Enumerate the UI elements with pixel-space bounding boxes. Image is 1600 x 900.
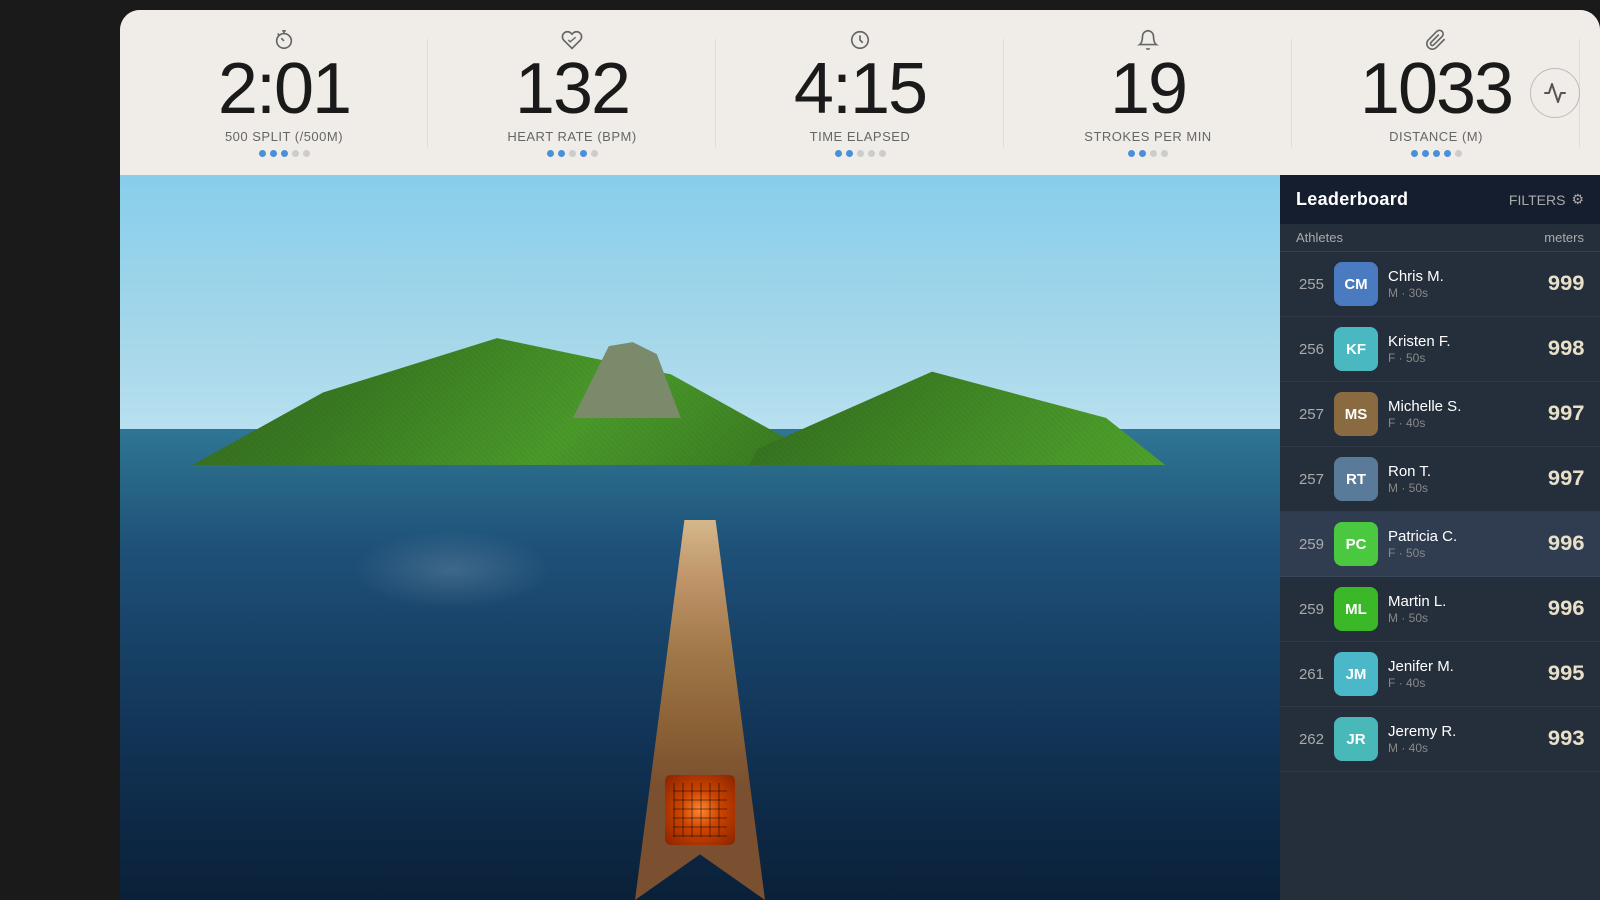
- rank-number: 259: [1296, 536, 1324, 553]
- clock-icon: [849, 29, 871, 51]
- rank-number: 255: [1296, 276, 1324, 293]
- athlete-meta: F · 50s: [1388, 546, 1537, 560]
- leaderboard-row[interactable]: 262 JR Jeremy R. M · 40s 993: [1280, 707, 1600, 772]
- heartrate-label: HEART RATE (BPM): [507, 129, 636, 144]
- leaderboard-row[interactable]: 259 ML Martin L. M · 50s 996: [1280, 577, 1600, 642]
- athlete-info: Jenifer M. F · 40s: [1388, 658, 1537, 690]
- bell-icon: [1137, 29, 1159, 51]
- athlete-meters: 995: [1547, 662, 1584, 687]
- leaderboard-row[interactable]: 256 KF Kristen F. F · 50s 998: [1280, 317, 1600, 382]
- athlete-meters: 997: [1547, 402, 1584, 427]
- leaderboard-row[interactable]: 257 RT Ron T. M · 50s 997: [1280, 447, 1600, 512]
- time-value: 4:15: [794, 53, 926, 125]
- stat-heartrate[interactable]: 132 HEART RATE (BPM): [428, 29, 716, 157]
- athlete-meters: 997: [1547, 467, 1584, 492]
- athlete-info: Michelle S. F · 40s: [1388, 398, 1537, 430]
- rank-number: 257: [1296, 406, 1324, 423]
- col-meters-label: meters: [1544, 230, 1584, 245]
- heart-icon: [561, 29, 583, 51]
- athlete-meta: F · 50s: [1388, 351, 1537, 365]
- rank-number: 259: [1296, 601, 1324, 618]
- leaderboard-title: Leaderboard: [1296, 189, 1408, 210]
- athlete-info: Chris M. M · 30s: [1388, 268, 1537, 300]
- athlete-meta: F · 40s: [1388, 416, 1537, 430]
- athlete-avatar: KF: [1334, 327, 1378, 371]
- time-label: TIME ELAPSED: [810, 129, 911, 144]
- distance-label: DISTANCE (M): [1389, 129, 1483, 144]
- leaderboard-row[interactable]: 255 CM Chris M. M · 30s 999: [1280, 252, 1600, 317]
- boat-detail: [665, 775, 735, 845]
- athlete-info: Kristen F. F · 50s: [1388, 333, 1537, 365]
- distance-value: 1033: [1360, 53, 1512, 125]
- leaderboard-row[interactable]: 259 PC Patricia C. F · 50s 996: [1280, 512, 1600, 577]
- graph-button[interactable]: [1530, 68, 1580, 118]
- athlete-meta: M · 50s: [1388, 611, 1537, 625]
- leaderboard-row[interactable]: 261 JM Jenifer M. F · 40s 995: [1280, 642, 1600, 707]
- filters-icon: ⚙: [1571, 191, 1584, 208]
- leaderboard-col-headers: Athletes meters: [1280, 224, 1600, 252]
- athlete-name: Michelle S.: [1388, 398, 1537, 415]
- athlete-name: Ron T.: [1388, 463, 1537, 480]
- athlete-avatar: PC: [1334, 522, 1378, 566]
- split-dots: [259, 150, 310, 157]
- filters-button[interactable]: FILTERS ⚙: [1509, 191, 1584, 208]
- athlete-avatar: MS: [1334, 392, 1378, 436]
- main-area: Leaderboard FILTERS ⚙ Athletes meters 25…: [120, 175, 1600, 900]
- split-value: 2:01: [218, 53, 350, 125]
- stat-split[interactable]: 2:01 500 SPLIT (/500M): [140, 29, 428, 157]
- heartrate-value: 132: [515, 53, 629, 125]
- device-frame: 2:01 500 SPLIT (/500M) 132 HEART RATE (B…: [120, 10, 1600, 900]
- leaderboard: Leaderboard FILTERS ⚙ Athletes meters 25…: [1280, 175, 1600, 900]
- athlete-name: Chris M.: [1388, 268, 1537, 285]
- rowing-scene: [120, 175, 1280, 900]
- rank-number: 256: [1296, 341, 1324, 358]
- athlete-name: Martin L.: [1388, 593, 1537, 610]
- athlete-meters: 998: [1547, 337, 1584, 362]
- athlete-info: Martin L. M · 50s: [1388, 593, 1537, 625]
- distance-dots: [1411, 150, 1462, 157]
- rank-number: 257: [1296, 471, 1324, 488]
- athlete-meters: 999: [1547, 272, 1584, 297]
- leaderboard-rows: 255 CM Chris M. M · 30s 999 256 KF Krist…: [1280, 252, 1600, 772]
- heartrate-dots: [547, 150, 598, 157]
- athlete-name: Patricia C.: [1388, 528, 1537, 545]
- col-athletes-label: Athletes: [1296, 230, 1343, 245]
- strokes-label: STROKES PER MIN: [1084, 129, 1211, 144]
- leaderboard-header: Leaderboard FILTERS ⚙: [1280, 175, 1600, 224]
- rank-number: 261: [1296, 666, 1324, 683]
- stat-time[interactable]: 4:15 TIME ELAPSED: [716, 29, 1004, 157]
- time-dots: [835, 150, 886, 157]
- athlete-meta: M · 50s: [1388, 481, 1537, 495]
- athlete-name: Jeremy R.: [1388, 723, 1537, 740]
- filters-label: FILTERS: [1509, 192, 1566, 208]
- timer-icon: [273, 29, 295, 51]
- athlete-name: Kristen F.: [1388, 333, 1537, 350]
- paperclip-icon: [1425, 29, 1447, 51]
- water-ripples: [352, 530, 552, 610]
- strokes-value: 19: [1110, 53, 1186, 125]
- athlete-meta: M · 30s: [1388, 286, 1537, 300]
- athlete-avatar: JR: [1334, 717, 1378, 761]
- athlete-meters: 996: [1547, 532, 1584, 557]
- athlete-avatar: JM: [1334, 652, 1378, 696]
- boat-grid: [673, 783, 727, 837]
- leaderboard-row[interactable]: 257 MS Michelle S. F · 40s 997: [1280, 382, 1600, 447]
- athlete-name: Jenifer M.: [1388, 658, 1537, 675]
- athlete-meters: 993: [1547, 727, 1584, 752]
- strokes-dots: [1128, 150, 1168, 157]
- rank-number: 262: [1296, 731, 1324, 748]
- athlete-avatar: ML: [1334, 587, 1378, 631]
- graph-icon: [1543, 81, 1567, 105]
- stat-strokes[interactable]: 19 STROKES PER MIN: [1004, 29, 1292, 157]
- stats-bar: 2:01 500 SPLIT (/500M) 132 HEART RATE (B…: [120, 10, 1600, 175]
- athlete-meta: F · 40s: [1388, 676, 1537, 690]
- athlete-avatar: RT: [1334, 457, 1378, 501]
- split-label: 500 SPLIT (/500M): [225, 129, 343, 144]
- athlete-info: Ron T. M · 50s: [1388, 463, 1537, 495]
- athlete-avatar: CM: [1334, 262, 1378, 306]
- athlete-meta: M · 40s: [1388, 741, 1537, 755]
- athlete-meters: 996: [1547, 597, 1584, 622]
- athlete-info: Jeremy R. M · 40s: [1388, 723, 1537, 755]
- athlete-info: Patricia C. F · 50s: [1388, 528, 1537, 560]
